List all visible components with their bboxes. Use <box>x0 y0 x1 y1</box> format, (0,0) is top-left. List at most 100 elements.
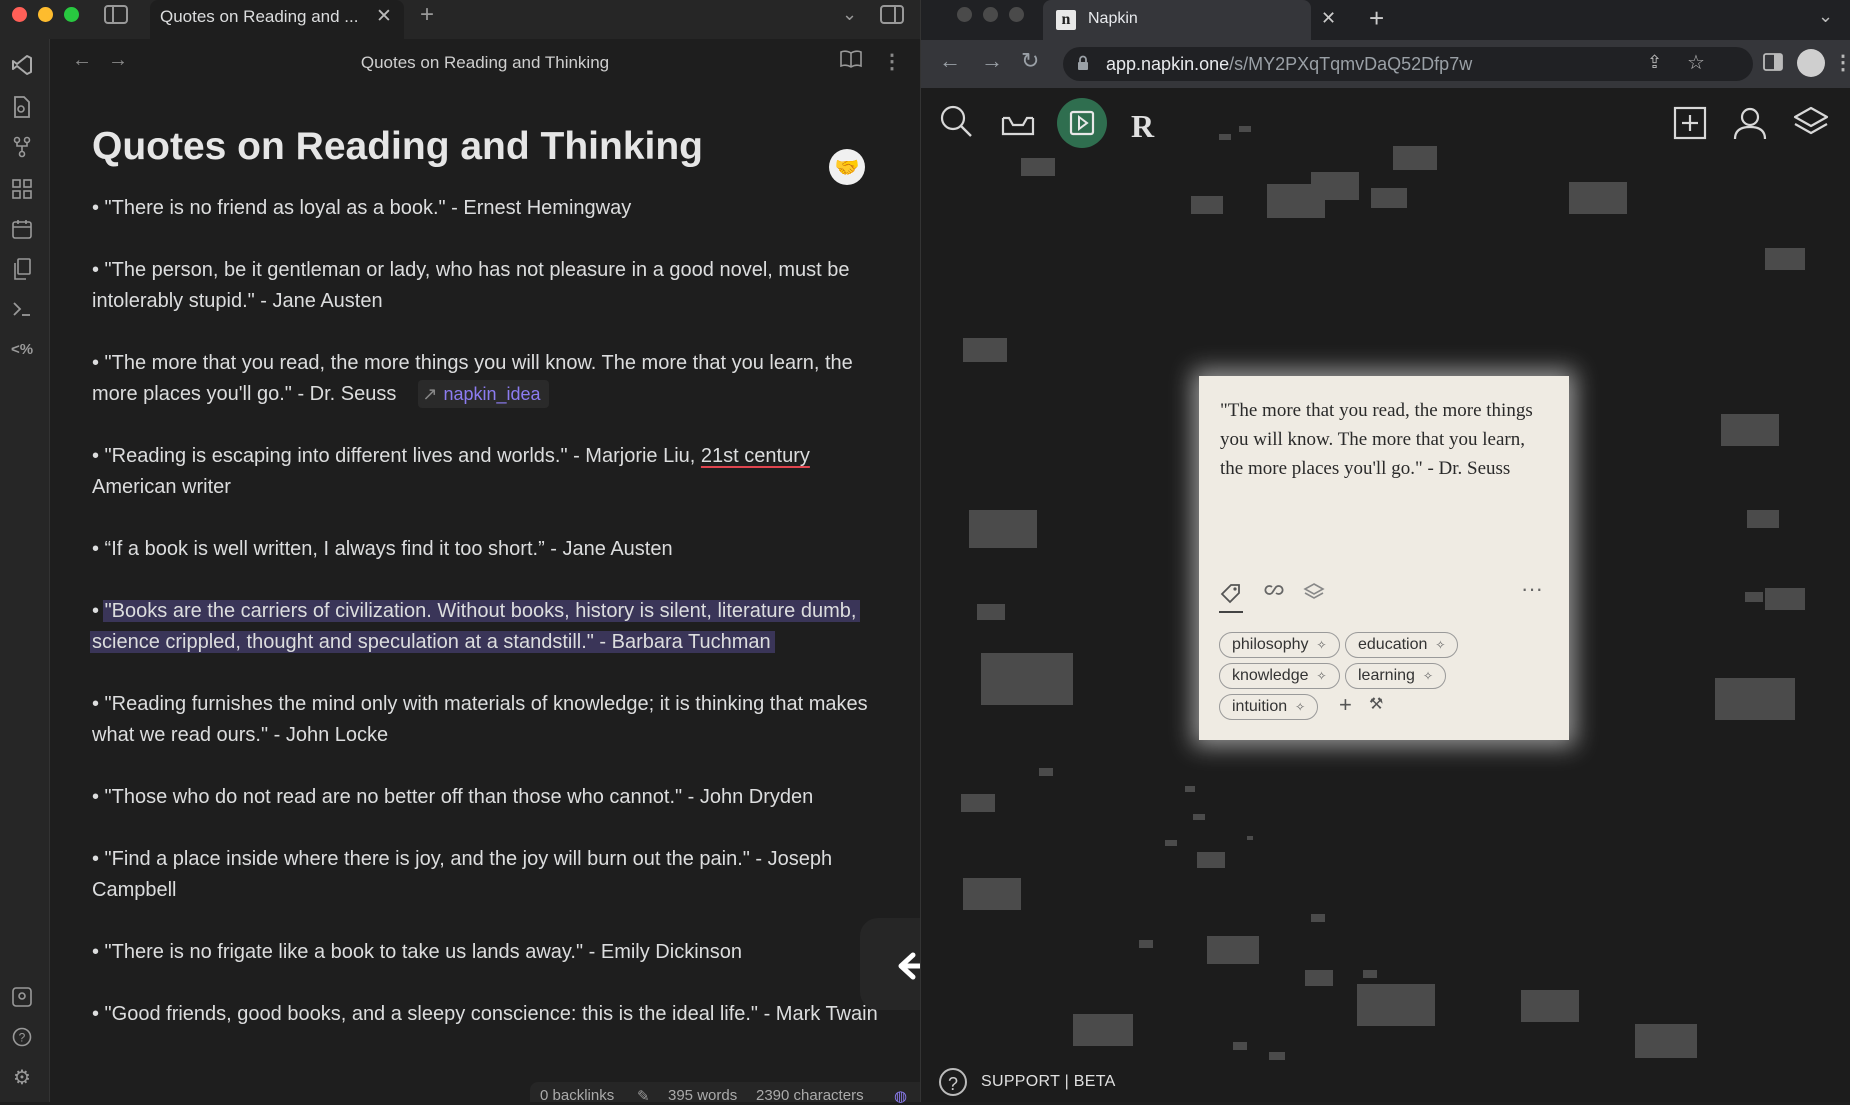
note-block[interactable] <box>1039 768 1053 776</box>
link-chain-icon[interactable] <box>1263 582 1285 603</box>
spellcheck-underline[interactable]: 21st century <box>701 445 810 467</box>
note-block[interactable] <box>1185 786 1195 792</box>
note-block[interactable] <box>1635 1024 1697 1058</box>
tag-education[interactable]: education ✧ <box>1345 632 1459 658</box>
tag-knowledge[interactable]: knowledge ✧ <box>1219 663 1340 689</box>
calendar-icon[interactable] <box>10 217 34 241</box>
profile-user-icon[interactable] <box>1733 106 1767 145</box>
note-block[interactable] <box>1721 414 1779 446</box>
note-block[interactable] <box>1165 840 1177 846</box>
note-block[interactable] <box>1311 914 1325 922</box>
share-icon[interactable]: ⇪ <box>1647 52 1662 73</box>
note-block[interactable] <box>1191 196 1223 214</box>
note-block[interactable] <box>1197 852 1225 868</box>
url-text[interactable]: app.napkin.one/s/MY2PXqTqmvDaQ52Dfp7w <box>1106 54 1472 75</box>
note-block[interactable] <box>1247 836 1253 840</box>
note-block[interactable] <box>969 510 1037 548</box>
card-more-options-icon[interactable]: ··· <box>1521 576 1543 602</box>
help-icon[interactable]: ? <box>10 1025 34 1049</box>
note-block[interactable] <box>963 878 1021 910</box>
reload-icon[interactable]: ↻ <box>1021 48 1039 74</box>
bookmark-star-icon[interactable]: ☆ <box>1687 50 1705 75</box>
forward-arrow-icon[interactable]: → <box>981 48 1003 74</box>
note-block[interactable] <box>1747 510 1779 528</box>
note-block[interactable] <box>981 653 1073 705</box>
close-tab-icon[interactable]: ✕ <box>376 5 392 28</box>
git-branch-icon[interactable] <box>10 135 34 159</box>
vault-icon[interactable] <box>10 985 34 1009</box>
selected-text[interactable]: "Books are the carriers of civilization.… <box>90 599 861 653</box>
note-block[interactable] <box>1269 1052 1285 1060</box>
note-block[interactable] <box>1393 146 1437 170</box>
note-block[interactable] <box>1745 592 1763 602</box>
reading-view-icon[interactable] <box>840 49 862 75</box>
stack-layers-icon[interactable] <box>1303 582 1325 607</box>
file-search-icon[interactable] <box>10 95 34 119</box>
note-block[interactable] <box>1139 940 1153 948</box>
note-block[interactable] <box>1311 172 1359 200</box>
lock-icon[interactable] <box>1077 55 1089 76</box>
note-block[interactable] <box>1233 1042 1247 1050</box>
zoom-window-button[interactable] <box>64 7 79 22</box>
zoom-window-button-inactive[interactable] <box>1009 7 1024 22</box>
minimize-window-button[interactable] <box>38 7 53 22</box>
inbox-icon[interactable] <box>1001 108 1035 143</box>
more-options-icon[interactable]: ⋮ <box>882 49 902 74</box>
header-title[interactable]: Quotes on Reading and Thinking <box>50 53 920 73</box>
profile-avatar[interactable] <box>1797 49 1825 77</box>
note-block[interactable] <box>1521 990 1579 1022</box>
terminal-icon[interactable] <box>10 297 34 321</box>
napkin-idea-link[interactable]: ↗ napkin_idea <box>418 379 549 408</box>
close-tab-icon[interactable]: ✕ <box>1321 8 1336 29</box>
search-icon[interactable] <box>939 104 973 143</box>
support-link[interactable]: ? SUPPORT | BETA <box>939 1066 1116 1098</box>
side-panel-icon[interactable] <box>1763 52 1783 77</box>
tag-philosophy[interactable]: philosophy ✧ <box>1219 632 1340 658</box>
note-block[interactable] <box>977 604 1005 620</box>
stack-play-icon[interactable] <box>1057 98 1107 148</box>
sync-status-icon[interactable]: ◍ <box>894 1087 907 1105</box>
tag-learning[interactable]: learning ✧ <box>1345 663 1446 689</box>
copy-icon[interactable] <box>10 257 34 281</box>
note-block[interactable] <box>1207 936 1259 964</box>
add-tag-icon[interactable]: + <box>1339 692 1352 718</box>
back-arrow-icon[interactable]: ← <box>939 48 961 74</box>
tab-search-chevron-icon[interactable]: ⌄ <box>1818 6 1833 27</box>
note-block[interactable] <box>1357 984 1435 1026</box>
magic-wand-icon[interactable]: ⚒ <box>1369 694 1383 714</box>
right-sidebar-toggle-icon[interactable] <box>880 4 904 31</box>
address-bar[interactable]: app.napkin.one/s/MY2PXqTqmvDaQ52Dfp7w ⇪ … <box>1063 47 1753 81</box>
tab-list-chevron-icon[interactable]: ⌄ <box>842 4 857 25</box>
new-tab-button[interactable]: + <box>420 1 434 29</box>
layers-icon[interactable] <box>1793 106 1829 145</box>
note-block[interactable] <box>1569 182 1627 214</box>
note-block[interactable] <box>1219 134 1231 140</box>
note-block[interactable] <box>961 794 995 812</box>
note-block[interactable] <box>1765 248 1805 270</box>
tag-intuition[interactable]: intuition ✧ <box>1219 694 1319 720</box>
sidebar-toggle-icon[interactable] <box>104 4 128 31</box>
vscode-icon[interactable] <box>10 53 34 77</box>
note-block[interactable] <box>1363 970 1377 978</box>
note-block[interactable] <box>1715 678 1795 720</box>
tag-icon[interactable] <box>1219 582 1243 613</box>
note-block[interactable] <box>1239 126 1251 132</box>
note-block[interactable] <box>1305 970 1333 986</box>
napkin-tab[interactable] <box>1043 0 1311 40</box>
templater-icon[interactable]: <% <box>10 337 34 361</box>
new-tab-button[interactable]: + <box>1369 3 1384 34</box>
idea-card[interactable]: "The more that you read, the more things… <box>1199 376 1569 740</box>
browser-menu-icon[interactable]: ⋮ <box>1833 50 1850 75</box>
note-block[interactable] <box>963 338 1007 362</box>
close-window-button-inactive[interactable] <box>957 7 972 22</box>
add-note-icon[interactable] <box>1673 106 1707 145</box>
note-block[interactable] <box>1073 1014 1133 1046</box>
note-block[interactable] <box>1021 158 1055 176</box>
grid-icon[interactable] <box>10 177 34 201</box>
note-block[interactable] <box>1765 588 1805 610</box>
note-block[interactable] <box>1371 188 1407 208</box>
note-block[interactable] <box>1193 814 1205 820</box>
backlinks-count[interactable]: 0 backlinks <box>540 1087 614 1104</box>
readwise-r-icon[interactable]: R <box>1131 108 1154 145</box>
edit-pencil-icon[interactable]: ✎ <box>637 1087 650 1105</box>
